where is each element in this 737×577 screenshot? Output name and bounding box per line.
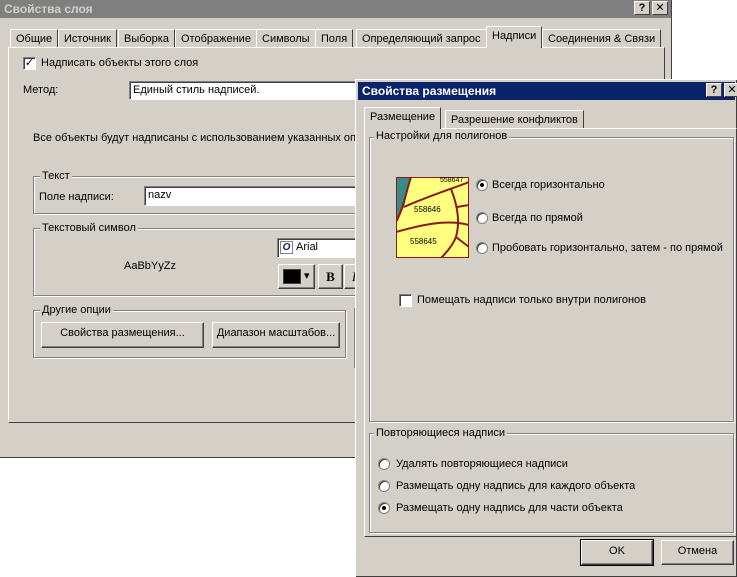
help-button[interactable]: ? xyxy=(634,1,650,15)
map-label: 558645 xyxy=(410,237,437,246)
tab-symbology[interactable]: Символы xyxy=(256,29,316,48)
label-features-checkbox[interactable]: ✓ xyxy=(23,57,36,70)
placement-properties-titlebar[interactable]: Свойства размещения ? ✕ xyxy=(358,82,737,100)
tab-label: Разрешение конфликтов xyxy=(451,114,578,126)
one-label-per-part-label: Размещать одну надпись для части объекта xyxy=(396,502,623,514)
font-value: Arial xyxy=(296,241,319,253)
close-button[interactable]: ✕ xyxy=(724,83,737,97)
help-button[interactable]: ? xyxy=(706,83,722,97)
always-straight-label: Всегда по прямой xyxy=(492,212,583,224)
method-label: Метод: xyxy=(23,84,59,96)
polygon-settings-group-title: Настройки для полигонов xyxy=(374,130,510,142)
try-horizontal-then-straight-label: Пробовать горизонтально, затем - по прям… xyxy=(492,242,723,254)
tab-selection[interactable]: Выборка xyxy=(118,29,175,48)
description-text: Все объекты будут надписаны с использова… xyxy=(33,132,356,144)
one-label-per-feature-label: Размещать одну надпись для каждого объек… xyxy=(396,480,636,492)
placement-properties-dialog: Свойства размещения ? ✕ Размещение Разре… xyxy=(355,79,737,577)
other-options-group-title: Другие опции xyxy=(40,304,113,316)
tab-label: Выборка xyxy=(124,33,169,45)
map-preview-svg: 558647 558646 558645 xyxy=(396,177,469,258)
close-button[interactable]: ✕ xyxy=(652,1,668,15)
tab-label: Отображение xyxy=(181,33,251,45)
label-field-value: nazv xyxy=(148,189,172,201)
tab-label: Надписи xyxy=(492,30,537,42)
label-field-select[interactable]: nazv xyxy=(144,186,359,206)
always-straight-radio[interactable] xyxy=(476,212,488,224)
method-select[interactable]: Единый стиль надписей. xyxy=(129,81,359,100)
try-horizontal-then-straight-radio[interactable] xyxy=(476,242,488,254)
tab-fields[interactable]: Поля xyxy=(315,29,354,48)
tab-placement[interactable]: Размещение xyxy=(364,107,442,129)
ok-button[interactable]: OK xyxy=(580,539,654,566)
placement-properties-title: Свойства размещения xyxy=(362,84,497,98)
remove-duplicates-label: Удалять повторяющиеся надписи xyxy=(396,458,568,470)
text-group-title: Текст xyxy=(40,170,72,182)
color-swatch xyxy=(283,269,301,284)
tab-label: Источник xyxy=(64,33,111,45)
layer-properties-titlebar[interactable]: Свойства слоя ? ✕ xyxy=(0,0,671,18)
map-label: 558646 xyxy=(414,205,441,214)
tab-label: Поля xyxy=(321,33,348,45)
text-symbol-group-title: Текстовый символ xyxy=(40,222,138,234)
tab-joins-relates[interactable]: Соединения & Связи xyxy=(542,29,662,48)
always-horizontal-label: Всегда горизонтально xyxy=(492,179,605,191)
chevron-down-icon: ▾ xyxy=(304,270,310,282)
boundary-line xyxy=(455,236,469,248)
inside-polygons-only-label: Помещать надписи только внутри полигонов xyxy=(417,294,647,306)
scale-range-button[interactable]: Диапазон масштабов... xyxy=(212,322,340,348)
polygon-placement-preview: 558647 558646 558645 xyxy=(396,177,469,258)
tab-display[interactable]: Отображение xyxy=(175,29,257,48)
bold-button[interactable]: B xyxy=(318,264,343,289)
duplicate-labels-group-title: Повторяющиеся надписи xyxy=(374,427,508,439)
placement-properties-button[interactable]: Свойства размещения... xyxy=(41,322,204,348)
always-horizontal-radio[interactable] xyxy=(476,179,488,191)
tab-label: Символы xyxy=(262,33,310,45)
tab-definition-query[interactable]: Определяющий запрос xyxy=(356,29,487,48)
font-select[interactable]: O Arial xyxy=(277,238,359,258)
label-features-label: Надписать объекты этого слоя xyxy=(41,57,199,69)
font-icon: O xyxy=(280,241,293,254)
tab-label: Общие xyxy=(16,33,53,45)
layer-properties-title: Свойства слоя xyxy=(4,2,93,16)
boundary-line xyxy=(456,204,469,208)
boundary-line xyxy=(403,181,469,208)
symbol-preview: AaBbYyZz xyxy=(124,260,176,272)
cancel-button[interactable]: Отмена xyxy=(661,540,734,565)
inside-polygons-only-checkbox[interactable] xyxy=(399,294,412,307)
tab-source[interactable]: Источник xyxy=(58,29,117,48)
one-label-per-feature-radio[interactable] xyxy=(378,480,390,492)
tab-general[interactable]: Общие xyxy=(10,29,59,48)
one-label-per-part-radio[interactable] xyxy=(378,502,390,514)
tab-labels[interactable]: Надписи xyxy=(486,26,543,48)
method-value: Единый стиль надписей. xyxy=(133,84,260,96)
color-button[interactable]: ▾ xyxy=(278,264,315,289)
label-field-label: Поле надписи: xyxy=(39,191,114,203)
tab-conflict-detection[interactable]: Разрешение конфликтов xyxy=(445,110,584,129)
tab-label: Размещение xyxy=(370,111,436,123)
remove-duplicates-radio[interactable] xyxy=(378,458,390,470)
tab-label: Соединения & Связи xyxy=(548,33,656,45)
tab-label: Определяющий запрос xyxy=(362,33,481,45)
map-label: 558647 xyxy=(440,177,463,184)
